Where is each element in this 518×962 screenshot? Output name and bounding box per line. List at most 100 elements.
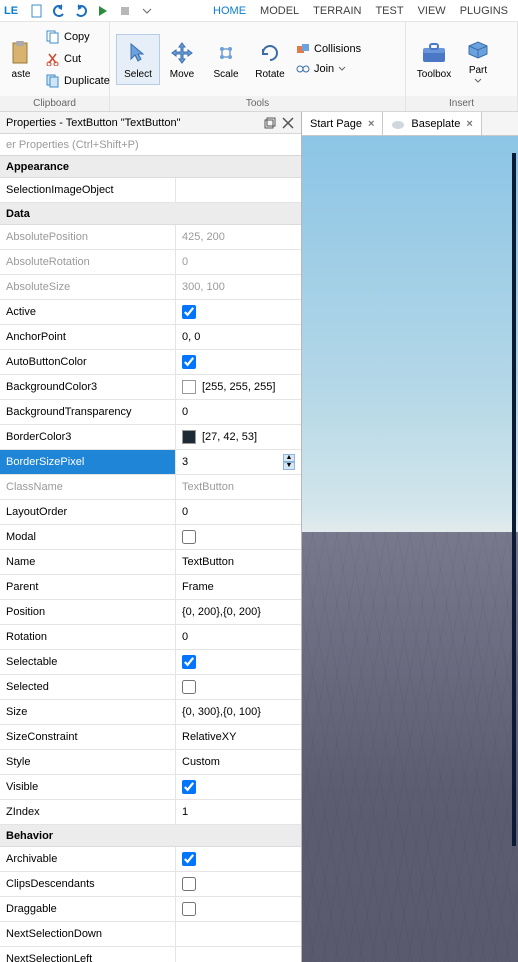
ribbon-group-tools: Select Move Scale Rotate Collisions Join… <box>110 22 406 111</box>
prop-name[interactable]: NameTextButton <box>0 550 301 575</box>
cloud-icon <box>391 119 405 129</box>
prop-classname[interactable]: ClassNameTextButton <box>0 475 301 500</box>
tab-plugins[interactable]: PLUGINS <box>460 5 508 17</box>
file-menu[interactable]: LE <box>4 5 18 17</box>
ribbon: aste Copy Cut Duplicate Clipboard Select… <box>0 22 518 112</box>
join-dropdown[interactable]: Join <box>296 60 361 78</box>
scene-3d[interactable] <box>302 136 518 962</box>
prop-parent[interactable]: ParentFrame <box>0 575 301 600</box>
qat-dropdown-icon[interactable] <box>138 2 156 20</box>
prop-selectable[interactable]: Selectable <box>0 650 301 675</box>
prop-layoutorder[interactable]: LayoutOrder0 <box>0 500 301 525</box>
new-icon[interactable] <box>28 2 46 20</box>
copy-button[interactable]: Copy <box>42 27 114 47</box>
stop-icon[interactable] <box>116 2 134 20</box>
close-icon[interactable] <box>281 116 295 130</box>
duplicate-button[interactable]: Duplicate <box>42 71 114 91</box>
collisions-toggle[interactable]: Collisions <box>296 40 361 58</box>
ribbon-group-clipboard: aste Copy Cut Duplicate Clipboard <box>0 22 110 111</box>
ribbon-tabs: HOME MODEL TERRAIN TEST VIEW PLUGINS <box>213 5 514 17</box>
prop-size[interactable]: Size{0, 300},{0, 100} <box>0 700 301 725</box>
filter-input[interactable]: er Properties (Ctrl+Shift+P) <box>0 134 301 156</box>
prop-clipsdescendants[interactable]: ClipsDescendants <box>0 872 301 897</box>
modal-checkbox[interactable] <box>182 530 196 544</box>
prop-absoluterotation[interactable]: AbsoluteRotation0 <box>0 250 301 275</box>
visible-checkbox[interactable] <box>182 780 196 794</box>
part-dropdown[interactable]: Part <box>456 30 500 89</box>
prop-absoluteposition[interactable]: AbsolutePosition425, 200 <box>0 225 301 250</box>
play-icon[interactable] <box>94 2 112 20</box>
prop-anchorpoint[interactable]: AnchorPoint0, 0 <box>0 325 301 350</box>
prop-style[interactable]: StyleCustom <box>0 750 301 775</box>
draggable-checkbox[interactable] <box>182 902 196 916</box>
redo-icon[interactable] <box>72 2 90 20</box>
prop-draggable[interactable]: Draggable <box>0 897 301 922</box>
prop-visible[interactable]: Visible <box>0 775 301 800</box>
tab-terrain[interactable]: TERRAIN <box>313 5 361 17</box>
prop-backgroundtransparency[interactable]: BackgroundTransparency0 <box>0 400 301 425</box>
clipsdescendants-checkbox[interactable] <box>182 877 196 891</box>
quick-access-toolbar: LE HOME MODEL TERRAIN TEST VIEW PLUGINS <box>0 0 518 22</box>
scale-tool[interactable]: Scale <box>204 34 248 85</box>
tab-view[interactable]: VIEW <box>418 5 446 17</box>
paste-label: aste <box>12 69 31 80</box>
prop-selected[interactable]: Selected <box>0 675 301 700</box>
tab-start-page[interactable]: Start Page× <box>302 112 383 135</box>
rotate-tool[interactable]: Rotate <box>248 34 292 85</box>
chevron-down-icon <box>338 65 346 73</box>
prop-absolutesize[interactable]: AbsoluteSize300, 100 <box>0 275 301 300</box>
prop-nextselectionleft[interactable]: NextSelectionLeft <box>0 947 301 962</box>
selectable-checkbox[interactable] <box>182 655 196 669</box>
autobuttoncolor-checkbox[interactable] <box>182 355 196 369</box>
properties-panel: Properties - TextButton "TextButton" er … <box>0 112 302 962</box>
undo-icon[interactable] <box>50 2 68 20</box>
tab-model[interactable]: MODEL <box>260 5 299 17</box>
viewport-tabs: Start Page× Baseplate× <box>302 112 518 136</box>
category-data[interactable]: Data <box>0 203 301 225</box>
prop-position[interactable]: Position{0, 200},{0, 200} <box>0 600 301 625</box>
gui-frame-edge <box>512 153 516 847</box>
main-area: Properties - TextButton "TextButton" er … <box>0 112 518 962</box>
category-appearance[interactable]: Appearance <box>0 156 301 178</box>
tab-home[interactable]: HOME <box>213 5 246 17</box>
prop-active[interactable]: Active <box>0 300 301 325</box>
tab-baseplate[interactable]: Baseplate× <box>383 112 481 135</box>
close-icon[interactable]: × <box>466 118 472 130</box>
move-tool[interactable]: Move <box>160 34 204 85</box>
selected-checkbox[interactable] <box>182 680 196 694</box>
select-tool[interactable]: Select <box>116 34 160 85</box>
prop-rotation[interactable]: Rotation0 <box>0 625 301 650</box>
restore-icon[interactable] <box>263 116 277 130</box>
baseplate-ground <box>302 532 518 962</box>
properties-header: Properties - TextButton "TextButton" <box>0 112 301 134</box>
active-checkbox[interactable] <box>182 305 196 319</box>
ribbon-group-title: Insert <box>406 96 517 111</box>
prop-sizeconstraint[interactable]: SizeConstraintRelativeXY <box>0 725 301 750</box>
properties-list[interactable]: Appearance SelectionImageObject Data Abs… <box>0 156 301 962</box>
paste-button[interactable]: aste <box>6 34 36 85</box>
ribbon-group-insert: Toolbox Part Insert <box>406 22 518 111</box>
category-behavior[interactable]: Behavior <box>0 825 301 847</box>
toolbox-button[interactable]: Toolbox <box>412 34 456 85</box>
properties-title: Properties - TextButton "TextButton" <box>6 117 259 129</box>
ribbon-group-title: Clipboard <box>0 96 109 111</box>
prop-selectionimageobject[interactable]: SelectionImageObject <box>0 178 301 203</box>
prop-modal[interactable]: Modal <box>0 525 301 550</box>
prop-autobuttoncolor[interactable]: AutoButtonColor <box>0 350 301 375</box>
cut-button[interactable]: Cut <box>42 49 114 69</box>
color-swatch[interactable] <box>182 380 196 394</box>
color-swatch[interactable] <box>182 430 196 444</box>
close-icon[interactable]: × <box>368 118 374 130</box>
prop-backgroundcolor3[interactable]: BackgroundColor3[255, 255, 255] <box>0 375 301 400</box>
prop-archivable[interactable]: Archivable <box>0 847 301 872</box>
prop-bordersizepixel[interactable]: BorderSizePixel3▲▼ <box>0 450 301 475</box>
chevron-down-icon <box>474 78 482 84</box>
ribbon-group-title: Tools <box>110 96 405 111</box>
prop-nextselectiondown[interactable]: NextSelectionDown <box>0 922 301 947</box>
spinner[interactable]: ▲▼ <box>283 454 295 470</box>
prop-zindex[interactable]: ZIndex1 <box>0 800 301 825</box>
tab-test[interactable]: TEST <box>375 5 403 17</box>
viewport: Start Page× Baseplate× <box>302 112 518 962</box>
prop-bordercolor3[interactable]: BorderColor3[27, 42, 53] <box>0 425 301 450</box>
archivable-checkbox[interactable] <box>182 852 196 866</box>
